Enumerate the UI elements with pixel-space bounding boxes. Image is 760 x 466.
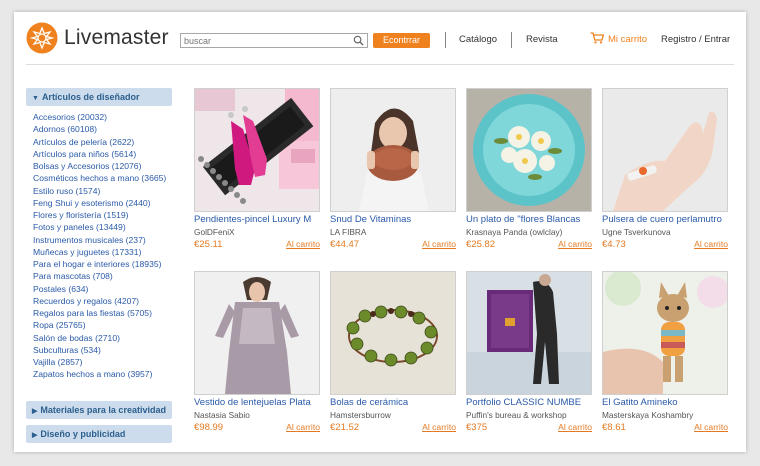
product-image[interactable] xyxy=(466,88,592,212)
product-title[interactable]: Pulsera de cuero perlamutro xyxy=(602,214,728,225)
product-price: €8.61 xyxy=(602,422,626,433)
product-price: €98.99 xyxy=(194,422,224,433)
header-divider xyxy=(26,64,734,65)
search-box xyxy=(180,33,368,48)
category-link[interactable]: Postales (634) xyxy=(33,283,179,295)
catalog-link[interactable]: Catálogo xyxy=(459,34,497,45)
product-price: €375 xyxy=(466,422,488,433)
product-seller[interactable]: Ugne Tsverkunova xyxy=(602,227,728,237)
category-link[interactable]: Accesorios (20032) xyxy=(33,111,179,123)
product-title[interactable]: El Gatito Amineko xyxy=(602,397,728,408)
triangle-right-icon: ▶ xyxy=(32,408,38,415)
category-link[interactable]: Feng Shui y esoterismo (2440) xyxy=(33,197,179,209)
add-to-cart-link[interactable]: Al carrito xyxy=(558,239,592,249)
product-image[interactable] xyxy=(194,271,320,395)
category-link[interactable]: Muñecas y juguetes (17331) xyxy=(33,246,179,258)
category-link[interactable]: Flores y floristería (1519) xyxy=(33,209,179,221)
product-price: €44.47 xyxy=(330,239,360,250)
magazine-link[interactable]: Revista xyxy=(526,34,558,45)
category-link[interactable]: Cosméticos hechos a mano (3665) xyxy=(33,172,179,184)
product-seller[interactable]: LA FIBRA xyxy=(330,227,456,237)
search-input[interactable] xyxy=(181,34,349,47)
product-image[interactable] xyxy=(602,88,728,212)
nav-divider xyxy=(445,32,446,48)
sidebar-heading-design[interactable]: ▶ Diseño y publicidad xyxy=(26,425,172,443)
product-image[interactable] xyxy=(602,271,728,395)
product-title[interactable]: Portfolio CLASSIC NUMBE xyxy=(466,397,592,408)
category-list: Accesorios (20032) Adornos (60108) Artíc… xyxy=(33,111,179,381)
triangle-down-icon: ▼ xyxy=(32,95,39,102)
add-to-cart-link[interactable]: Al carrito xyxy=(422,422,456,432)
category-link[interactable]: Bolsas y Accesorios (12076) xyxy=(33,160,179,172)
category-link[interactable]: Fotos y paneles (13449) xyxy=(33,221,179,233)
product-title[interactable]: Bolas de cerámica xyxy=(330,397,456,408)
product-title[interactable]: Vestido de lentejuelas Plata xyxy=(194,397,320,408)
livemaster-logo-icon[interactable] xyxy=(26,22,58,54)
category-link[interactable]: Salón de bodas (2710) xyxy=(33,332,179,344)
product-seller[interactable]: GolDFeniX xyxy=(194,227,320,237)
category-link[interactable]: Ropa (25765) xyxy=(33,319,179,331)
category-link[interactable]: Zapatos hechos a mano (3957) xyxy=(33,368,179,380)
category-link[interactable]: Estilo ruso (1574) xyxy=(33,185,179,197)
magnifier-icon[interactable] xyxy=(353,35,364,46)
product-title[interactable]: Un plato de "flores Blancas xyxy=(466,214,592,225)
add-to-cart-link[interactable]: Al carrito xyxy=(286,239,320,249)
shopping-cart-icon xyxy=(590,32,604,44)
product-image[interactable] xyxy=(194,88,320,212)
add-to-cart-link[interactable]: Al carrito xyxy=(694,422,728,432)
brand-name[interactable]: Livemaster xyxy=(64,26,169,50)
sidebar-heading-label: Artículos de diseñador xyxy=(41,92,140,102)
sidebar-heading-materials[interactable]: ▶ Materiales para la creatividad xyxy=(26,401,172,419)
product-title[interactable]: Pendientes-pincel Luxury M xyxy=(194,214,320,225)
product-price: €21.52 xyxy=(330,422,360,433)
product-seller[interactable]: Krasnaya Panda (owlclay) xyxy=(466,227,592,237)
category-link[interactable]: Adornos (60108) xyxy=(33,123,179,135)
product-price: €25.11 xyxy=(194,239,223,250)
add-to-cart-link[interactable]: Al carrito xyxy=(558,422,592,432)
category-link[interactable]: Para mascotas (708) xyxy=(33,270,179,282)
add-to-cart-link[interactable]: Al carrito xyxy=(422,239,456,249)
product-image[interactable] xyxy=(466,271,592,395)
search-button[interactable]: Econtrrar xyxy=(373,33,430,48)
category-link[interactable]: Recuerdos y regalos (4207) xyxy=(33,295,179,307)
category-link[interactable]: Artículos para niños (5614) xyxy=(33,148,179,160)
product-image[interactable] xyxy=(330,88,456,212)
category-link[interactable]: Regalos para las fiestas (5705) xyxy=(33,307,179,319)
add-to-cart-link[interactable]: Al carrito xyxy=(286,422,320,432)
site-header: Livemaster Econtrrar Catálogo Revista Mi… xyxy=(14,12,746,64)
page-frame: Livemaster Econtrrar Catálogo Revista Mi… xyxy=(14,12,746,452)
product-image[interactable] xyxy=(330,271,456,395)
sidebar-heading-label: Diseño y publicidad xyxy=(40,429,126,439)
product-seller[interactable]: Masterskaya Koshambry xyxy=(602,410,728,420)
category-link[interactable]: Para el hogar e interiores (18935) xyxy=(33,258,179,270)
nav-divider xyxy=(511,32,512,48)
login-register-link[interactable]: Registro / Entrar xyxy=(661,34,730,45)
category-link[interactable]: Artículos de pelería (2622) xyxy=(33,136,179,148)
triangle-right-icon: ▶ xyxy=(32,432,38,439)
sidebar-heading-designer[interactable]: ▼ Artículos de diseñador xyxy=(26,88,172,106)
add-to-cart-link[interactable]: Al carrito xyxy=(694,239,728,249)
product-price: €25.82 xyxy=(466,239,496,250)
product-title[interactable]: Snud De Vitaminas xyxy=(330,214,456,225)
product-seller[interactable]: Puffin's bureau & workshop xyxy=(466,410,592,420)
product-price: €4.73 xyxy=(602,239,626,250)
product-seller[interactable]: Hamstersburrow xyxy=(330,410,456,420)
category-link[interactable]: Instrumentos musicales (237) xyxy=(33,234,179,246)
sidebar-heading-label: Materiales para la creatividad xyxy=(40,405,166,415)
cart-label: Mi carrito xyxy=(608,34,648,45)
product-seller[interactable]: Nastasia Sabio xyxy=(194,410,320,420)
category-link[interactable]: Subculturas (534) xyxy=(33,344,179,356)
category-link[interactable]: Vajilla (2857) xyxy=(33,356,179,368)
